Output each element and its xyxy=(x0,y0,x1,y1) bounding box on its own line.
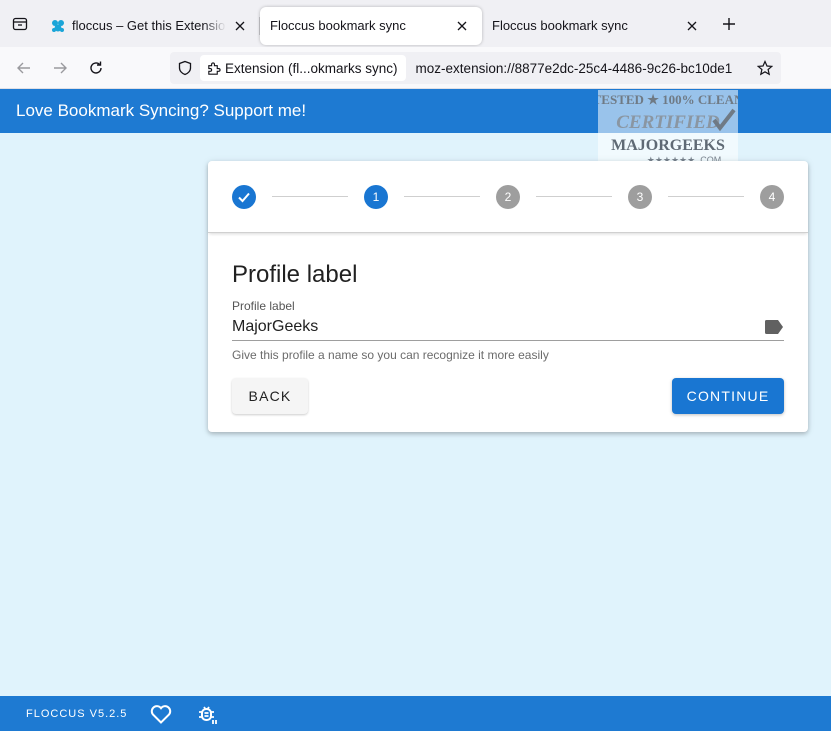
input-row xyxy=(232,313,784,341)
back-button[interactable]: BACK xyxy=(232,378,308,414)
tab-floccus-active[interactable]: Floccus bookmark sync xyxy=(260,6,482,45)
site-identity-label: Extension (fl...okmarks sync) xyxy=(225,60,398,76)
donate-button[interactable] xyxy=(149,702,173,726)
version-label: FLOCCUS V5.2.5 xyxy=(26,707,128,720)
forward-button[interactable] xyxy=(42,52,78,84)
list-all-tabs-button[interactable] xyxy=(0,0,40,47)
step-content: Profile label Profile label Give this pr… xyxy=(208,261,808,414)
back-button[interactable] xyxy=(6,52,42,84)
tab-title: floccus – Get this Extension for xyxy=(72,18,226,33)
arrow-right-icon xyxy=(54,62,67,73)
step-divider xyxy=(668,196,744,197)
plus-icon xyxy=(723,17,735,30)
reload-icon xyxy=(90,61,102,74)
shield-icon xyxy=(178,60,192,76)
setup-card: 1 2 3 4 Profile label Profile label Give… xyxy=(208,161,808,432)
browser-tab-strip: floccus – Get this Extension for Floccus… xyxy=(0,0,831,47)
bug-icon xyxy=(199,705,218,724)
step-divider xyxy=(404,196,480,197)
url-bar[interactable]: Extension (fl...okmarks sync) moz-extens… xyxy=(170,52,781,84)
star-icon xyxy=(757,60,773,76)
support-link[interactable]: Love Bookmark Syncing? Support me! xyxy=(16,101,306,121)
close-icon xyxy=(235,21,245,30)
bookmark-star-button[interactable] xyxy=(755,58,775,78)
step-3: 3 xyxy=(628,184,652,209)
page-title: Profile label xyxy=(232,261,358,288)
step-complete xyxy=(232,184,256,209)
step-divider xyxy=(536,196,612,197)
browser-nav-bar: Extension (fl...okmarks sync) moz-extens… xyxy=(0,47,831,89)
step-1: 1 xyxy=(364,184,388,209)
tab-list-icon xyxy=(12,17,28,30)
url-text[interactable]: moz-extension://8877e2dc-25c4-4486-9c26-… xyxy=(416,61,751,76)
floccus-logo-icon xyxy=(50,18,66,34)
close-tab-button[interactable] xyxy=(230,16,250,36)
step-divider xyxy=(272,196,348,197)
label-tag-icon xyxy=(765,319,783,334)
debug-button[interactable] xyxy=(195,702,219,726)
tab-title: Floccus bookmark sync xyxy=(270,18,406,33)
tab-title: Floccus bookmark sync xyxy=(492,18,628,33)
reload-button[interactable] xyxy=(78,52,114,84)
extension-puzzle-icon xyxy=(208,61,221,75)
step-2: 2 xyxy=(496,184,520,209)
stepper: 1 2 3 4 xyxy=(208,161,808,233)
svg-text:MAJORGEEKS: MAJORGEEKS xyxy=(611,137,725,154)
majorgeeks-watermark-logo: TESTED ★ 100% CLEAN CERTIFIED MAJORGEEKS… xyxy=(598,90,738,168)
close-icon xyxy=(457,21,467,30)
new-tab-button[interactable] xyxy=(714,9,744,39)
checkmark-icon xyxy=(238,192,250,202)
step-4: 4 xyxy=(760,184,784,209)
tab-floccus-addon-page[interactable]: floccus – Get this Extension for xyxy=(40,7,260,45)
footer-bar: FLOCCUS V5.2.5 xyxy=(0,696,831,731)
continue-button[interactable]: CONTINUE xyxy=(672,378,784,414)
profile-label-input[interactable] xyxy=(232,317,764,336)
site-identity-button[interactable]: Extension (fl...okmarks sync) xyxy=(200,55,406,81)
tracking-protection-button[interactable] xyxy=(170,52,200,84)
heart-icon xyxy=(151,704,172,724)
close-icon xyxy=(687,21,697,30)
svg-text:CERTIFIED: CERTIFIED xyxy=(616,112,720,133)
arrow-left-icon xyxy=(17,62,30,73)
field-label: Profile label xyxy=(232,299,295,313)
form-actions: BACK CONTINUE xyxy=(232,378,784,414)
field-hint: Give this profile a name so you can reco… xyxy=(232,348,549,362)
svg-text:TESTED ★ 100% CLEAN: TESTED ★ 100% CLEAN xyxy=(598,92,738,107)
tab-floccus-second[interactable]: Floccus bookmark sync xyxy=(482,7,712,45)
profile-label-field: Profile label Give this profile a name s… xyxy=(232,299,784,362)
close-tab-button[interactable] xyxy=(452,16,472,36)
close-tab-button[interactable] xyxy=(682,16,702,36)
